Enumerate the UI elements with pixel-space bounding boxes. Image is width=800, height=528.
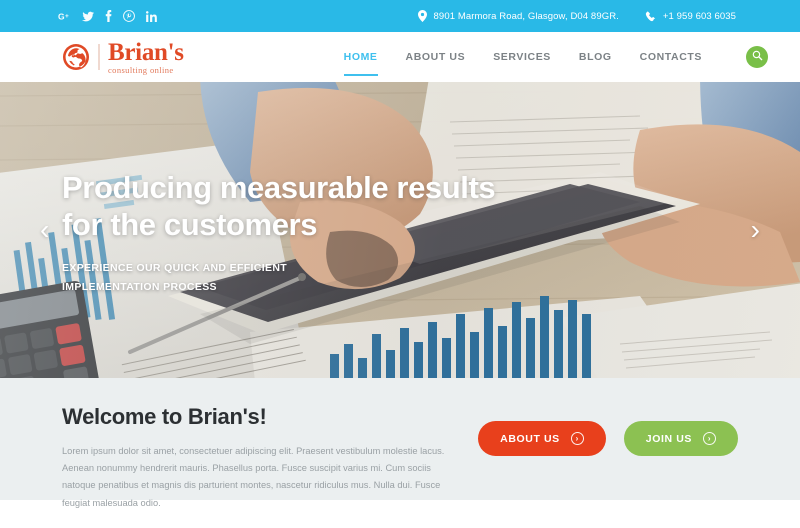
main-navigation: HOME ABOUT US SERVICES BLOG CONTACTS	[330, 32, 776, 82]
nav-item-home[interactable]: HOME	[330, 32, 392, 82]
nav-item-contacts[interactable]: CONTACTS	[626, 32, 716, 82]
logo-tagline: consulting online	[108, 64, 174, 75]
nav-item-services[interactable]: SERVICES	[479, 32, 565, 82]
google-plus-icon[interactable]: G +	[58, 11, 71, 22]
welcome-title: Welcome to Brian's!	[62, 404, 267, 429]
twitter-icon[interactable]	[82, 11, 94, 22]
arrow-right-icon: ›	[703, 432, 716, 445]
top-bar: G + 8901 Marmora Road, Glasgow, D04 89GR.…	[0, 0, 800, 32]
svg-text:G: G	[58, 11, 65, 21]
phone-text: +1 959 603 6035	[662, 10, 736, 22]
welcome-text-block: Welcome to Brian's! Lorem ipsum dolor si…	[62, 404, 452, 512]
search-button[interactable]	[746, 46, 768, 68]
hero-slider: ‹ › Producing measurable results for the…	[0, 82, 800, 378]
svg-text:+: +	[65, 13, 69, 20]
globe-icon	[62, 43, 90, 71]
site-header: Brian's consulting online HOME ABOUT US …	[0, 32, 800, 82]
hero-subtitle: EXPERIENCE OUR QUICK AND EFFICIENT IMPLE…	[62, 259, 312, 296]
pinterest-icon[interactable]	[123, 10, 135, 22]
about-us-button[interactable]: ABOUT US ›	[478, 421, 606, 456]
nav-item-about-us[interactable]: ABOUT US	[392, 32, 480, 82]
linkedin-icon[interactable]	[146, 10, 157, 22]
social-links: G +	[58, 10, 157, 22]
hero-content: Producing measurable results for the cus…	[62, 170, 542, 296]
welcome-actions: ABOUT US › JOIN US ›	[478, 404, 738, 456]
phone-icon	[645, 11, 656, 22]
join-us-button-label: JOIN US	[645, 432, 692, 445]
hero-title-line-2: for the customers	[62, 206, 318, 242]
join-us-button[interactable]: JOIN US ›	[623, 421, 738, 456]
location-pin-icon	[417, 10, 427, 22]
hero-subtitle-line-2: IMPLEMENTATION PROCESS	[62, 280, 217, 293]
topbar-contact-info: 8901 Marmora Road, Glasgow, D04 89GR. +1…	[417, 10, 772, 22]
about-us-button-label: ABOUT US	[500, 432, 560, 445]
hero-title-line-1: Producing measurable results	[62, 170, 496, 205]
logo-text: Brian's consulting online	[108, 40, 184, 75]
logo-divider	[98, 44, 100, 70]
hero-next-arrow-icon[interactable]: ›	[751, 216, 760, 244]
arrow-right-icon: ›	[570, 432, 584, 445]
nav-item-blog[interactable]: BLOG	[565, 32, 626, 82]
welcome-section: Welcome to Brian's! Lorem ipsum dolor si…	[0, 378, 800, 508]
address-item: 8901 Marmora Road, Glasgow, D04 89GR.	[417, 10, 619, 22]
welcome-paragraph: Lorem ipsum dolor sit amet, consectetuer…	[62, 446, 445, 508]
facebook-icon[interactable]	[105, 10, 112, 22]
search-icon	[752, 48, 763, 66]
address-text: 8901 Marmora Road, Glasgow, D04 89GR.	[433, 10, 619, 22]
phone-item[interactable]: +1 959 603 6035	[645, 11, 736, 22]
hero-title: Producing measurable results for the cus…	[62, 170, 542, 243]
hero-prev-arrow-icon[interactable]: ‹	[40, 216, 49, 244]
logo-name: Brian's	[108, 38, 184, 66]
hero-subtitle-line-1: EXPERIENCE OUR QUICK AND EFFICIENT	[62, 262, 288, 275]
logo[interactable]: Brian's consulting online	[62, 40, 184, 75]
